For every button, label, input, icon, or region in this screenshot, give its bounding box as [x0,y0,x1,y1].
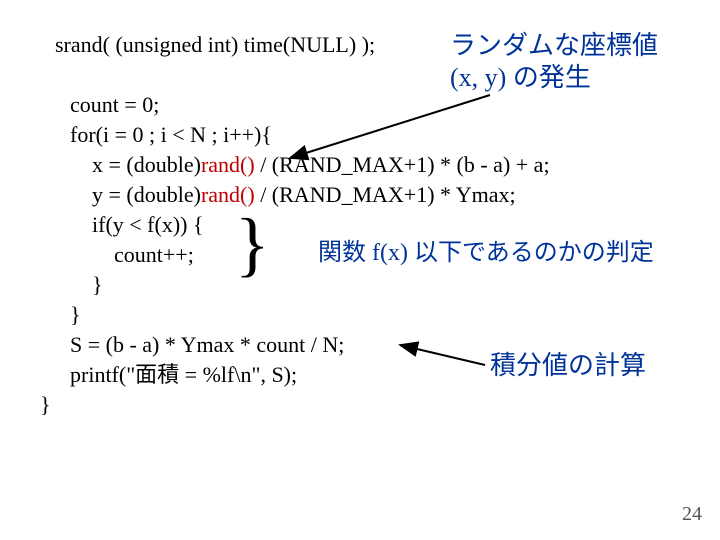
annotation-random-xy-line1: ランダムな座標値 [450,30,658,63]
annotation-random-xy-line2: (x, y) の発生 [450,62,591,95]
code-line-if: if(y < f(x)) { [70,210,204,240]
annotation-integral: 積分値の計算 [490,350,646,383]
code-line-for: for(i = 0 ; i < N ; i++){ [70,120,272,150]
annotation-fx-check: 関数 f(x) 以下であるのかの判定 [318,238,654,268]
code-line-endif: } [70,270,103,300]
code-line-x: x = (double)rand() / (RAND_MAX+1) * (b -… [70,150,550,180]
code-frag: y = (double) [70,182,201,207]
code-rand-call: rand() [201,152,255,177]
arrow-overlay [0,0,720,540]
code-line-y: y = (double)rand() / (RAND_MAX+1) * Ymax… [70,180,516,210]
code-frag: x = (double) [70,152,201,177]
code-frag: / (RAND_MAX+1) * (b - a) + a; [255,152,550,177]
code-line-printf: printf("面積 = %lf\n", S); [70,360,297,390]
brace-icon: } [235,208,270,280]
code-line-countpp: count++; [70,240,194,270]
code-line-srand: srand( (unsigned int) time(NULL) ); [55,30,375,60]
code-frag: / (RAND_MAX+1) * Ymax; [255,182,516,207]
code-line-endmain: } [40,390,51,420]
code-line-endfor: } [70,300,81,330]
slide: srand( (unsigned int) time(NULL) ); coun… [0,0,720,540]
arrow-icon [400,345,485,365]
page-number: 24 [682,503,702,526]
code-line-s: S = (b - a) * Ymax * count / N; [70,330,344,360]
code-line-count: count = 0; [70,90,159,120]
arrow-icon [290,95,490,158]
